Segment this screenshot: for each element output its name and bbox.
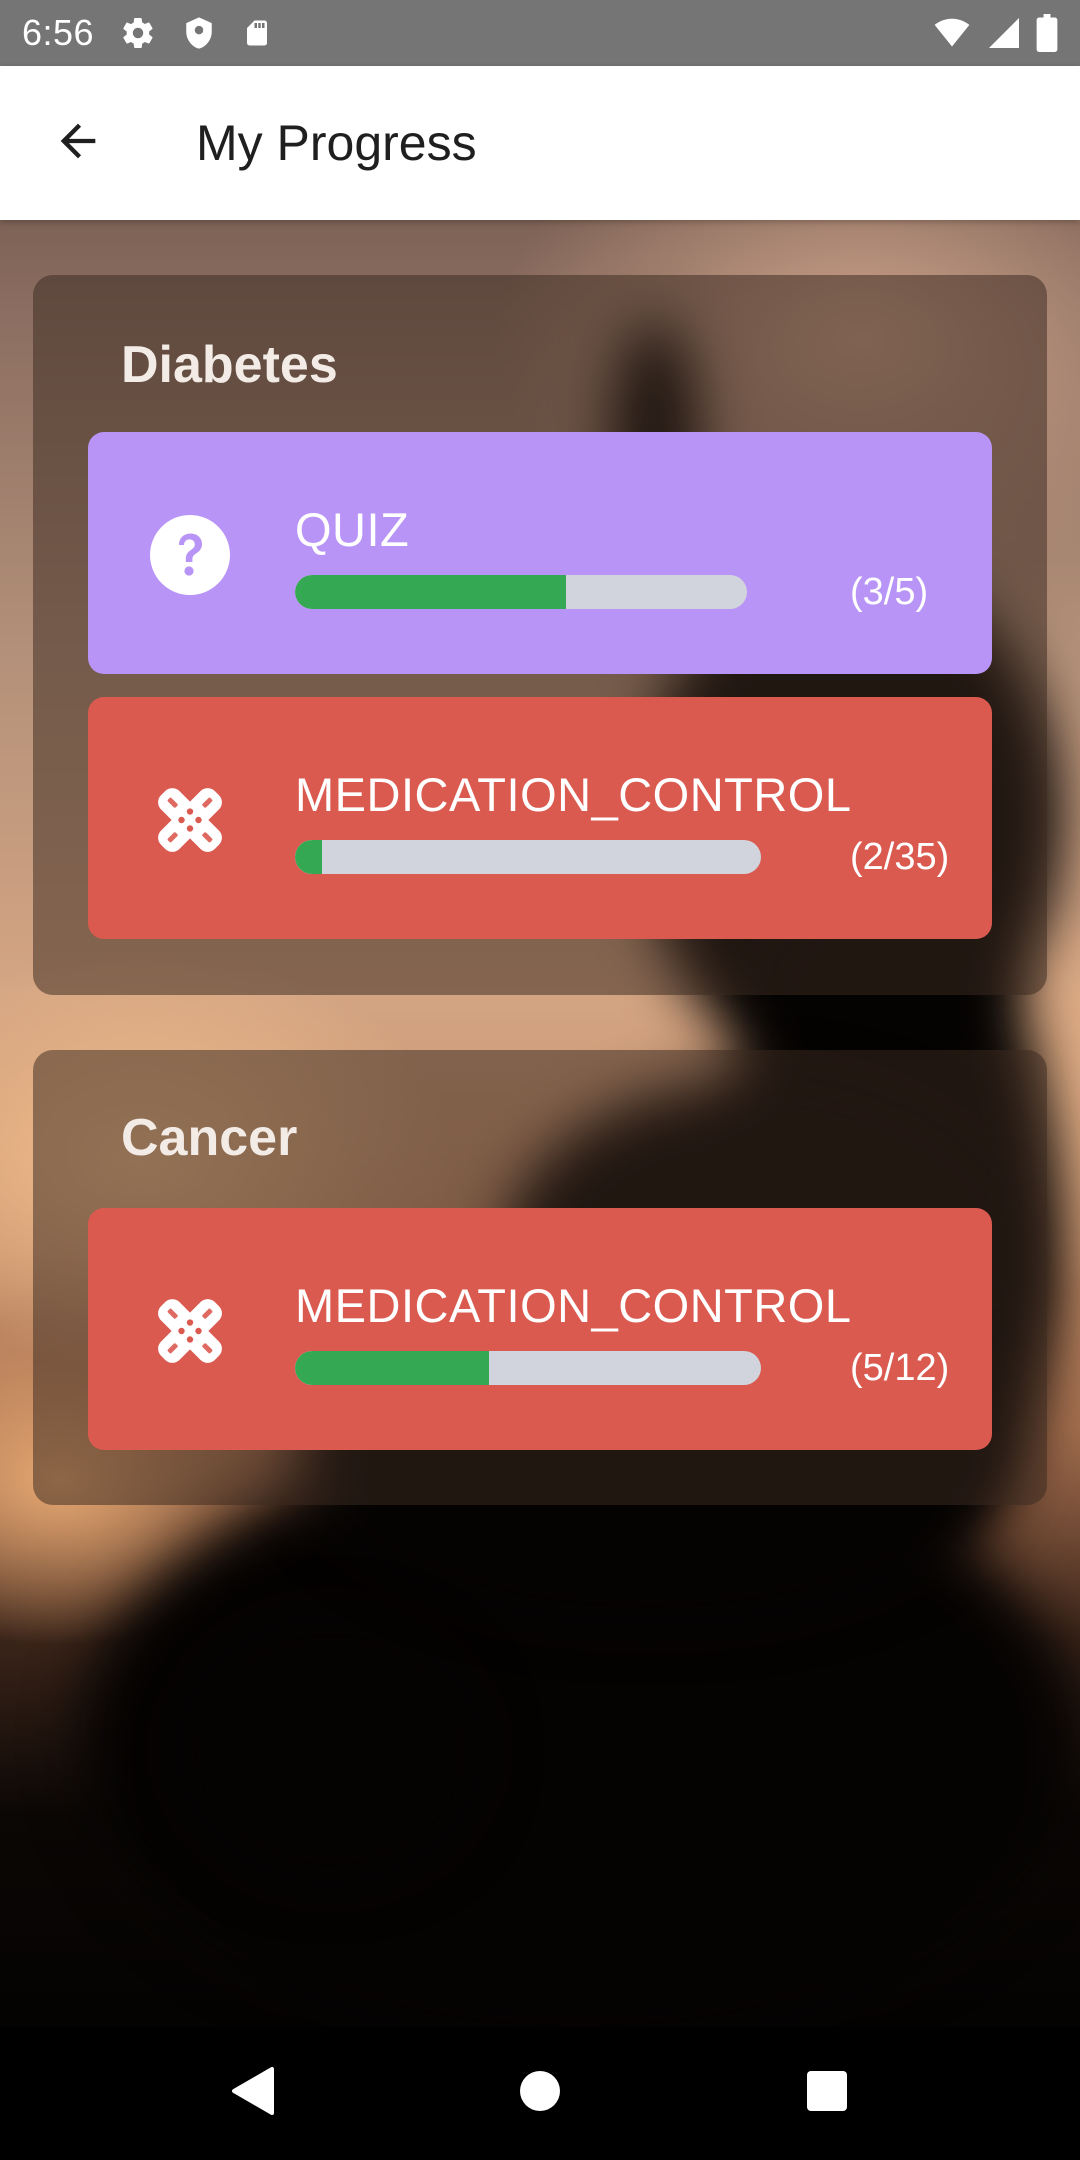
- group-diabetes: Diabetes QUIZ (3/5) MEDICATION_CONTROL (…: [33, 275, 1047, 995]
- card-title: MEDICATION_CONTROL: [295, 768, 852, 821]
- progress-count: (3/5): [850, 571, 929, 613]
- status-time: 6:56: [22, 12, 95, 53]
- progress-card-medication-control[interactable]: MEDICATION_CONTROL (2/35): [88, 697, 992, 939]
- progress-bar: [295, 1351, 761, 1385]
- bandage-icon: [148, 778, 232, 862]
- system-nav-bar: [0, 2027, 1080, 2160]
- progress-card-quiz[interactable]: QUIZ (3/5): [88, 432, 992, 674]
- progress-bar-fill: [295, 1351, 490, 1385]
- progress-bar-fill: [295, 575, 567, 609]
- progress-bar-fill: [295, 840, 322, 874]
- battery-icon: [1036, 14, 1058, 52]
- page-title: My Progress: [196, 115, 477, 171]
- group-title: Diabetes: [121, 336, 338, 394]
- card-title: MEDICATION_CONTROL: [295, 1279, 852, 1332]
- arrow-back-icon: [52, 115, 104, 172]
- question-circle-icon: [148, 513, 232, 597]
- recents-square-icon: [806, 2070, 848, 2117]
- progress-count: (2/35): [850, 836, 950, 878]
- group-title: Cancer: [121, 1109, 298, 1167]
- nav-back-button[interactable]: [208, 2049, 298, 2139]
- group-cancer: Cancer MEDICATION_CONTROL (5/12): [33, 1050, 1047, 1505]
- sd-card-icon: [242, 15, 272, 51]
- back-button[interactable]: [24, 89, 132, 197]
- bandage-icon: [148, 1289, 232, 1373]
- settings-icon: [120, 15, 156, 51]
- home-circle-icon: [518, 2069, 562, 2118]
- shield-icon: [182, 15, 216, 51]
- app-bar: My Progress: [0, 66, 1080, 220]
- nav-home-button[interactable]: [495, 2049, 585, 2139]
- status-bar: 6:56: [0, 0, 1080, 66]
- wifi-icon: [932, 15, 972, 51]
- nav-recents-button[interactable]: [782, 2049, 872, 2139]
- progress-bar: [295, 575, 747, 609]
- progress-card-medication-control[interactable]: MEDICATION_CONTROL (5/12): [88, 1208, 992, 1450]
- progress-count: (5/12): [850, 1347, 950, 1389]
- signal-icon: [986, 15, 1022, 51]
- card-title: QUIZ: [295, 503, 410, 556]
- back-triangle-icon: [230, 2066, 276, 2121]
- progress-bar: [295, 840, 761, 874]
